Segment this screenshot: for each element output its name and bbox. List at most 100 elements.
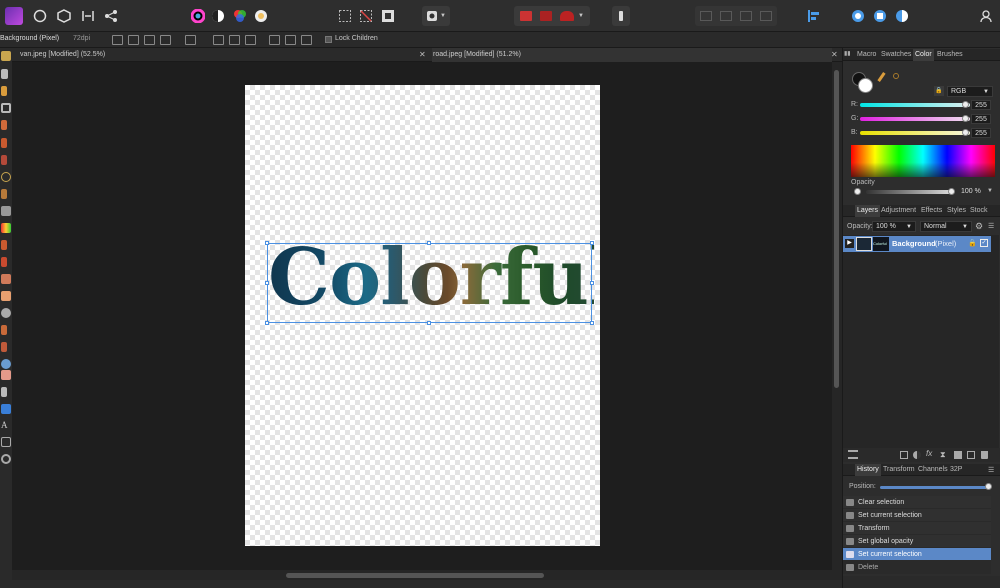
group-icon[interactable] (954, 451, 962, 459)
clone-tool-icon[interactable] (1, 257, 7, 267)
assistant-button[interactable] (612, 6, 630, 26)
lock-children-checkbox[interactable] (325, 36, 332, 43)
horizontal-scroll-thumb[interactable] (286, 573, 544, 578)
align-middle-icon[interactable] (285, 35, 296, 45)
resize-handle[interactable] (590, 281, 594, 285)
blur-tool-icon[interactable] (1, 308, 11, 318)
move-tool-icon[interactable] (1, 69, 8, 79)
transform-origin-icon[interactable] (112, 35, 123, 45)
mesh-warp-tool-icon[interactable] (1, 437, 11, 447)
lasso-tool-icon[interactable] (1, 172, 11, 182)
history-item[interactable]: Clear selection (843, 496, 991, 509)
opacity-slider[interactable] (866, 190, 952, 194)
invert-selection-icon[interactable] (380, 8, 396, 24)
move-back-icon[interactable] (700, 11, 712, 21)
pixel-persona-icon[interactable] (32, 8, 48, 24)
resize-handle[interactable] (590, 321, 594, 325)
r-value[interactable]: 255 (971, 100, 991, 110)
g-slider-knob[interactable] (962, 115, 969, 122)
resize-handle[interactable] (265, 241, 269, 245)
layer-lock-icon[interactable]: 🔒 (968, 239, 977, 247)
share-icon[interactable] (103, 8, 119, 24)
tab-32p[interactable]: 32P (948, 464, 964, 476)
align-center-icon[interactable] (229, 35, 240, 45)
vertical-scroll-thumb[interactable] (834, 70, 839, 388)
selection-brush-tool-icon[interactable] (1, 189, 7, 199)
history-item-selected[interactable]: Set current selection (843, 548, 991, 561)
layer-row-background[interactable]: ▶ Colorful Background (Pixel) 🔒 ✓ (843, 236, 991, 252)
layers-stack-icon[interactable] (848, 450, 858, 459)
dodge-tool-icon[interactable] (1, 240, 7, 250)
history-options-icon[interactable]: ☰ (988, 466, 994, 474)
hand-tool-icon[interactable] (1, 51, 11, 61)
delete-layer-icon[interactable] (981, 451, 988, 459)
rectangle-tool-icon[interactable] (1, 404, 11, 414)
b-value[interactable]: 255 (971, 128, 991, 138)
align-bottom-icon[interactable] (301, 35, 312, 45)
tab-transform[interactable]: Transform (881, 464, 917, 476)
opacity-value[interactable]: 100 % (961, 188, 981, 195)
selection-bounding-box[interactable] (265, 241, 594, 325)
tab-history[interactable]: History (855, 464, 881, 476)
color-replace-tool-icon[interactable] (1, 155, 7, 165)
resize-handle[interactable] (427, 321, 431, 325)
layers-scrollbar[interactable] (993, 235, 999, 448)
fx-icon[interactable]: fx (926, 449, 932, 458)
swap-colors-icon[interactable] (893, 73, 899, 79)
tab-road[interactable]: road.jpeg [Modified] (51.2%) (432, 48, 832, 62)
tab-adjustment[interactable]: Adjustment (879, 205, 918, 217)
move-forward-icon[interactable] (740, 11, 752, 21)
r-slider[interactable] (860, 103, 970, 107)
inpainting-tool-icon[interactable] (1, 291, 11, 301)
move-front-icon[interactable] (760, 11, 772, 21)
b-slider-knob[interactable] (962, 129, 969, 136)
gradient-tool-icon[interactable] (1, 223, 11, 233)
patch-tool-icon[interactable] (1, 274, 11, 284)
white-balance-icon[interactable] (253, 8, 269, 24)
levels-icon[interactable] (210, 8, 226, 24)
text-tool-icon[interactable]: A (1, 420, 11, 430)
zoom-tool-icon[interactable] (1, 454, 11, 464)
color-model-select[interactable]: RGB ▼ (947, 86, 993, 97)
layer-settings-gear-icon[interactable]: ⚙ (975, 221, 983, 232)
history-position-knob[interactable] (985, 483, 992, 490)
g-slider[interactable] (860, 117, 970, 121)
history-item[interactable]: Delete (843, 561, 991, 574)
g-value[interactable]: 255 (971, 114, 991, 124)
history-item[interactable]: Set global opacity (843, 535, 991, 548)
paint-brush-tool-icon[interactable] (1, 120, 7, 130)
app-logo[interactable] (5, 7, 23, 25)
crop-tool-icon[interactable] (1, 103, 11, 113)
pen-tool-icon[interactable] (1, 387, 7, 397)
snapping-icon[interactable] (850, 8, 866, 24)
opacity-slider-start-knob[interactable] (854, 188, 861, 195)
brush-tool-icon[interactable] (1, 138, 7, 148)
bounds-icon[interactable] (144, 35, 155, 45)
live-filter-icon[interactable]: ⧗ (940, 450, 946, 460)
fill-tool-icon[interactable] (1, 206, 11, 216)
resize-handle[interactable] (265, 281, 269, 285)
blend-mode-select[interactable]: Normal ▼ (920, 221, 972, 232)
tab-styles[interactable]: Styles (945, 205, 968, 217)
tab-stock[interactable]: Stock (968, 205, 990, 217)
layer-visibility-checkbox[interactable]: ✓ (980, 239, 988, 247)
export-persona-icon[interactable] (56, 8, 72, 24)
user-account-icon[interactable] (978, 8, 994, 24)
panel-close-icon[interactable]: ▮▮ (844, 50, 851, 57)
tab-macro[interactable]: Macro (855, 49, 878, 61)
quick-mask-button[interactable]: ▼ (422, 6, 450, 26)
align-left-icon[interactable] (213, 35, 224, 45)
align-icon[interactable] (806, 8, 822, 24)
tab-channels[interactable]: Channels (916, 464, 950, 476)
b-slider[interactable] (860, 131, 970, 135)
erase-tool-icon[interactable] (1, 370, 11, 380)
adjustment-layer-icon[interactable] (913, 451, 921, 459)
bounding-box-icon[interactable] (128, 35, 139, 45)
brush-mode-icon[interactable] (560, 11, 575, 21)
resize-handle[interactable] (427, 241, 431, 245)
tab-layers[interactable]: Layers (855, 205, 881, 217)
align-top-icon[interactable] (269, 35, 280, 45)
color-wheel-icon[interactable] (190, 8, 206, 24)
studio-icon[interactable] (894, 8, 910, 24)
tab-van[interactable]: van.jpeg [Modified] (52.5%) (20, 48, 430, 62)
